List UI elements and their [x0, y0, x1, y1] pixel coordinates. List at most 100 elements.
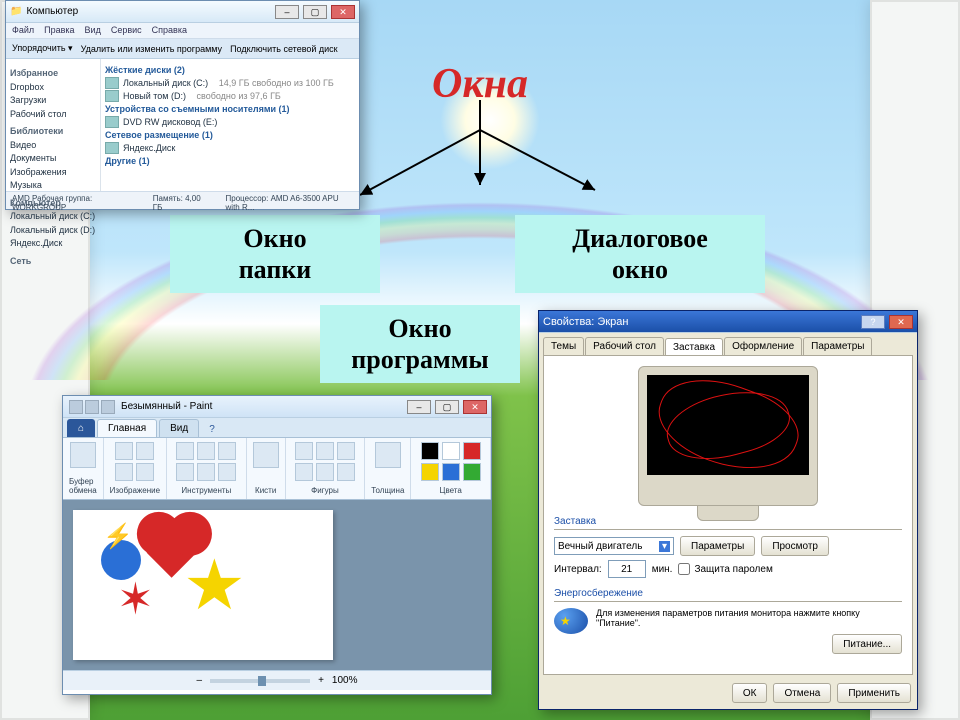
- apply-button[interactable]: Применить: [837, 683, 911, 703]
- tab-settings[interactable]: Параметры: [803, 337, 872, 355]
- menu-file[interactable]: Файл: [12, 25, 34, 36]
- cancel-button[interactable]: Отмена: [773, 683, 831, 703]
- text-icon[interactable]: [218, 442, 236, 460]
- screensaver-preview-button[interactable]: Просмотр: [761, 536, 829, 556]
- color-swatch[interactable]: [463, 463, 481, 481]
- menu-tools[interactable]: Сервис: [111, 25, 142, 36]
- eraser-icon[interactable]: [176, 463, 194, 481]
- shape-icon[interactable]: [295, 463, 313, 481]
- color-swatch[interactable]: [421, 442, 439, 460]
- screensaver-params-button[interactable]: Параметры: [680, 536, 755, 556]
- nav-item[interactable]: Яндекс.Диск: [10, 237, 96, 251]
- organize-button[interactable]: Упорядочить ▾: [12, 43, 73, 54]
- menu-help[interactable]: Справка: [152, 25, 187, 36]
- help-icon[interactable]: ?: [203, 422, 221, 437]
- color-swatch[interactable]: [442, 463, 460, 481]
- zoom-in-button[interactable]: +: [318, 675, 324, 686]
- fill-icon[interactable]: [197, 442, 215, 460]
- drive-item[interactable]: DVD RW дисковод (E:): [105, 116, 355, 128]
- nav-item[interactable]: Видео: [10, 139, 96, 153]
- screensaver-preview: [638, 366, 818, 506]
- group-hdd: Жёсткие диски (2): [105, 65, 355, 75]
- energy-star-icon: [554, 608, 588, 634]
- tab-file[interactable]: ⌂: [67, 419, 95, 437]
- dialog-panel: Заставка Вечный двигатель ▾ Параметры Пр…: [543, 355, 913, 675]
- minimize-button[interactable]: –: [407, 400, 431, 414]
- paint-ribbon-tabs: ⌂ Главная Вид ?: [63, 418, 491, 438]
- ribbon-group-clipboard: Буфер обмена: [63, 438, 104, 499]
- resize-icon[interactable]: [115, 463, 133, 481]
- color-swatch[interactable]: [442, 442, 460, 460]
- folder-icon: 📁: [10, 6, 22, 17]
- pencil-icon[interactable]: [176, 442, 194, 460]
- canvas-star-shape: ★: [183, 550, 246, 620]
- close-button[interactable]: ✕: [463, 400, 487, 414]
- nav-item[interactable]: Документы: [10, 152, 96, 166]
- minimize-button[interactable]: –: [275, 5, 299, 19]
- ok-button[interactable]: ОК: [732, 683, 768, 703]
- dialog-tabs: Темы Рабочий стол Заставка Оформление Па…: [539, 333, 917, 355]
- drive-item[interactable]: Новый том (D:) свободно из 97,6 ГБ: [105, 90, 355, 102]
- nav-item[interactable]: Локальный диск (D:): [10, 224, 96, 238]
- tab-view[interactable]: Вид: [159, 419, 199, 437]
- tab-desktop[interactable]: Рабочий стол: [585, 337, 664, 355]
- tab-screensaver[interactable]: Заставка: [665, 338, 723, 356]
- zoom-slider[interactable]: [210, 679, 310, 683]
- maximize-button[interactable]: ▢: [303, 5, 327, 19]
- screensaver-select[interactable]: Вечный двигатель ▾: [554, 537, 674, 555]
- nav-item[interactable]: Музыка: [10, 179, 96, 193]
- menu-view[interactable]: Вид: [85, 25, 101, 36]
- maximize-button[interactable]: ▢: [435, 400, 459, 414]
- close-button[interactable]: ✕: [331, 5, 355, 19]
- crop-icon[interactable]: [136, 442, 154, 460]
- power-button[interactable]: Питание...: [832, 634, 902, 654]
- qat-redo-icon[interactable]: [101, 400, 115, 414]
- nav-item[interactable]: Локальный диск (C:): [10, 210, 96, 224]
- help-button[interactable]: ?: [861, 315, 885, 329]
- color-swatch[interactable]: [421, 463, 439, 481]
- nav-network[interactable]: Сеть: [10, 255, 96, 269]
- shape-icon[interactable]: [316, 463, 334, 481]
- qat-save-icon[interactable]: [69, 400, 83, 414]
- zoom-out-button[interactable]: –: [197, 675, 203, 686]
- dialog-titlebar[interactable]: Свойства: Экран ? ✕: [539, 311, 917, 333]
- netdrive-icon: [105, 142, 119, 154]
- zoom-icon[interactable]: [218, 463, 236, 481]
- connect-drive-button[interactable]: Подключить сетевой диск: [230, 44, 338, 54]
- qat-undo-icon[interactable]: [85, 400, 99, 414]
- tab-home[interactable]: Главная: [97, 419, 157, 437]
- shape-icon[interactable]: [337, 463, 355, 481]
- menu-edit[interactable]: Правка: [44, 25, 74, 36]
- paint-titlebar[interactable]: Безымянный - Paint – ▢ ✕: [63, 396, 491, 418]
- tab-appearance[interactable]: Оформление: [724, 337, 802, 355]
- explorer-nav-pane: Избранное Dropbox Загрузки Рабочий стол …: [6, 59, 101, 191]
- nav-item[interactable]: Dropbox: [10, 81, 96, 95]
- picker-icon[interactable]: [197, 463, 215, 481]
- paint-canvas[interactable]: ⚡ ★ ✶: [73, 510, 333, 660]
- ribbon-group-image: Изображение: [104, 438, 167, 499]
- tab-themes[interactable]: Темы: [543, 337, 584, 355]
- drive-item[interactable]: Локальный диск (C:) 14,9 ГБ свободно из …: [105, 77, 355, 89]
- shape-icon[interactable]: [316, 442, 334, 460]
- password-protect-checkbox[interactable]: Защита паролем: [678, 563, 772, 575]
- explorer-titlebar[interactable]: 📁 Компьютер – ▢ ✕: [6, 1, 359, 23]
- brush-icon[interactable]: [253, 442, 279, 468]
- nav-item[interactable]: Загрузки: [10, 94, 96, 108]
- paste-icon[interactable]: [70, 442, 96, 468]
- color-swatch[interactable]: [463, 442, 481, 460]
- interval-spinner[interactable]: [608, 560, 646, 578]
- shape-icon[interactable]: [295, 442, 313, 460]
- nav-item[interactable]: Изображения: [10, 166, 96, 180]
- drive-item[interactable]: Яндекс.Диск: [105, 142, 355, 154]
- size-icon[interactable]: [375, 442, 401, 468]
- select-icon[interactable]: [115, 442, 133, 460]
- concept-folder-window: Окно папки: [170, 215, 380, 293]
- display-properties-dialog: Свойства: Экран ? ✕ Темы Рабочий стол За…: [538, 310, 918, 710]
- nav-item[interactable]: Рабочий стол: [10, 108, 96, 122]
- nav-favorites[interactable]: Избранное: [10, 67, 96, 81]
- nav-libraries[interactable]: Библиотеки: [10, 125, 96, 139]
- shape-icon[interactable]: [337, 442, 355, 460]
- close-button[interactable]: ✕: [889, 315, 913, 329]
- uninstall-button[interactable]: Удалить или изменить программу: [81, 44, 222, 54]
- rotate-icon[interactable]: [136, 463, 154, 481]
